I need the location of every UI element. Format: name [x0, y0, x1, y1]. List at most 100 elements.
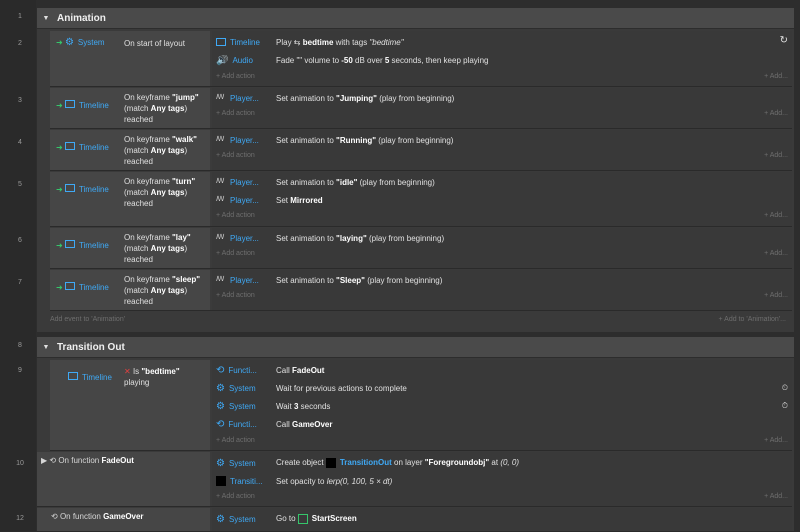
group-name: Transition Out	[57, 341, 125, 353]
action-row[interactable]: 🔊 Audio Fade "" volume to -50 dB over 5 s…	[212, 51, 792, 69]
add-action-button[interactable]: + Add action	[216, 212, 255, 226]
add-action-button[interactable]: + Add action	[216, 250, 255, 264]
condition-text: On keyframe "walk" (match Any tags) reach…	[124, 135, 197, 166]
function-loop-icon: ⟲	[216, 364, 225, 376]
collapse-triangle-icon[interactable]: ▼	[37, 344, 55, 351]
timeline-icon	[64, 184, 75, 192]
line-number: 4	[18, 139, 22, 146]
line-number-gutter	[0, 0, 36, 531]
condition-text: On keyframe "lay" (match Any tags) reache…	[124, 233, 191, 264]
action-row[interactable]: ⟲ Functi... Call FadeOut	[212, 361, 792, 379]
trigger-arrow-icon: ➜	[56, 38, 63, 47]
action-row[interactable]: ꟿ Player... Set animation to "Jumping" (pl…	[212, 89, 792, 107]
restart-icon: ↻	[779, 35, 788, 46]
action-row[interactable]: Timeline Play ⇆ bedtime with tags "bedti…	[212, 33, 792, 51]
object-thumbnail	[325, 458, 336, 468]
action-row[interactable]: ⚙ System Wait for previous actions to comp…	[212, 379, 792, 397]
add-event-button[interactable]: Add event to 'Animation'	[50, 316, 125, 323]
add-action-button[interactable]: + Add action	[216, 110, 255, 124]
action-row[interactable]: Transiti... Set opacity to lerp(0, 100, 5…	[212, 472, 792, 490]
event-row[interactable]: ➜ Timeline On keyframe "sleep" (match Any …	[50, 270, 792, 311]
group-name: Animation	[57, 12, 106, 24]
event-row[interactable]: ➜ Timeline On keyframe "lay" (match Any ta…	[50, 228, 792, 269]
action-row[interactable]: ꟿ Player... Set animation to "idle" (play …	[212, 173, 792, 191]
actions-block: ꟿ Player... Set animation to "Sleep" (play…	[212, 270, 792, 310]
condition-block[interactable]: ➜ ⚙ System On start of layout	[50, 31, 210, 86]
event-row[interactable]: ➜ Timeline On keyframe "turn" (match Any t…	[50, 172, 792, 227]
audio-speaker-icon: 🔊	[216, 54, 229, 66]
add-more-button[interactable]: + Add...	[764, 212, 788, 226]
action-row[interactable]: ⚙ System Wait 3 seconds ⏱	[212, 397, 792, 415]
add-more-button[interactable]: + Add...	[764, 437, 788, 451]
timeline-icon	[64, 240, 75, 248]
condition-block[interactable]: ▶ ⟲ On function FadeOut	[37, 452, 210, 506]
line-number: 3	[18, 97, 22, 104]
condition-block[interactable]: ➜ Timeline On keyframe "jump" (match Any t…	[50, 88, 210, 128]
add-action-button[interactable]: + Add action	[216, 73, 255, 87]
event-row[interactable]: ➜ Timeline On keyframe "walk" (match Any t…	[50, 130, 792, 171]
action-row[interactable]: ꟿ Player... Set animation to "laying" (pla…	[212, 229, 792, 247]
condition-text: On keyframe "sleep" (match Any tags) reac…	[124, 275, 201, 306]
action-row[interactable]: ꟿ Player... Set animation to "Running" (pl…	[212, 131, 792, 149]
trigger-arrow-icon: ➜	[56, 283, 63, 292]
condition-block[interactable]: ➜ Timeline On keyframe "walk" (match Any t…	[50, 130, 210, 170]
add-more-button[interactable]: + Add...	[764, 110, 788, 124]
condition-block[interactable]: ➜ Timeline On keyframe "sleep" (match Any …	[50, 270, 210, 310]
add-more-button[interactable]: + Add...	[764, 152, 788, 166]
function-loop-icon: ⟲	[51, 512, 58, 521]
condition-block[interactable]: ➜ Timeline On keyframe "lay" (match Any ta…	[50, 228, 210, 268]
add-action-button[interactable]: + Add action	[216, 152, 255, 166]
trigger-arrow-icon: ➜	[56, 185, 63, 194]
timeline-icon	[64, 100, 75, 108]
trigger-arrow-icon: ➜	[56, 143, 63, 152]
event-row[interactable]: ➜ Timeline On keyframe "jump" (match Any t…	[50, 88, 792, 129]
function-loop-icon: ⟲	[49, 456, 57, 465]
line-number: 8	[18, 342, 22, 349]
add-more-button[interactable]: + Add...	[764, 73, 788, 87]
add-more-button[interactable]: + Add...	[764, 493, 788, 507]
event-row[interactable]: ⟲ On function GameOver ⚙ System Go to Star…	[37, 508, 792, 532]
group-header-transition-out[interactable]: ▼ Transition Out	[37, 337, 794, 357]
condition-block[interactable]: ➜ Timeline On keyframe "turn" (match Any t…	[50, 172, 210, 226]
add-more-button[interactable]: + Add...	[764, 292, 788, 306]
add-to-group-button[interactable]: + Add to 'Animation'...	[719, 316, 786, 323]
layout-icon	[297, 514, 308, 524]
line-number: 12	[16, 515, 24, 522]
action-row[interactable]: ꟿ Player... Set Mirrored	[212, 191, 792, 209]
system-gear-icon: ⚙	[216, 400, 225, 412]
condition-block[interactable]: Timeline ✕ Is "bedtime" playing	[50, 360, 210, 450]
event-row[interactable]: ➜ ⚙ System On start of layout Timeline Pl…	[50, 31, 792, 87]
actions-block: ꟿ Player... Set animation to "idle" (play …	[212, 172, 792, 226]
trigger-arrow-icon: ➜	[56, 101, 63, 110]
actions-block: ⚙ System Create object TransitionOut on la…	[212, 452, 792, 506]
system-gear-icon: ⚙	[216, 513, 225, 525]
add-more-button[interactable]: + Add...	[764, 250, 788, 264]
condition-text: On keyframe "jump" (match Any tags) reach…	[124, 93, 199, 124]
line-number: 6	[18, 237, 22, 244]
condition-text: On keyframe "turn" (match Any tags) reach…	[124, 177, 196, 208]
event-sheet: 1 ▼ Animation 2 ➜ ⚙ System On start of la…	[0, 0, 800, 532]
add-action-button[interactable]: + Add action	[216, 437, 255, 451]
system-gear-icon: ⚙	[216, 382, 225, 394]
condition-block[interactable]: ⟲ On function GameOver	[37, 508, 210, 531]
collapse-triangle-icon[interactable]: ▼	[37, 15, 55, 22]
action-row[interactable]: ⚙ System Go to StartScreen	[212, 510, 792, 528]
trigger-arrow-icon: ➜	[56, 241, 63, 250]
actions-block: ⚙ System Go to StartScreen	[212, 508, 792, 531]
action-row[interactable]: ⚙ System Create object TransitionOut on la…	[212, 454, 792, 472]
actions-block: ꟿ Player... Set animation to "laying" (pla…	[212, 228, 792, 268]
action-row[interactable]: ꟿ Player... Set animation to "Sleep" (play…	[212, 271, 792, 289]
system-gear-icon: ⚙	[64, 37, 74, 48]
event-row[interactable]: Timeline ✕ Is "bedtime" playing ⟲ Functi..…	[50, 360, 792, 451]
add-action-button[interactable]: + Add action	[216, 493, 255, 507]
group-header-animation[interactable]: ▼ Animation	[37, 8, 794, 28]
system-gear-icon: ⚙	[216, 457, 225, 469]
action-row[interactable]: ⟲ Functi... Call GameOver	[212, 415, 792, 433]
expand-triangle-icon[interactable]: ▶	[41, 456, 47, 465]
player-sprite-icon: ꟿ	[216, 196, 225, 203]
add-action-button[interactable]: + Add action	[216, 292, 255, 306]
invert-x-icon: ✕	[124, 367, 131, 376]
event-row[interactable]: ▶ ⟲ On function FadeOut ⚙ System Create ob…	[37, 452, 792, 507]
player-sprite-icon: ꟿ	[216, 94, 225, 101]
timeline-icon: ⇆	[293, 37, 303, 47]
